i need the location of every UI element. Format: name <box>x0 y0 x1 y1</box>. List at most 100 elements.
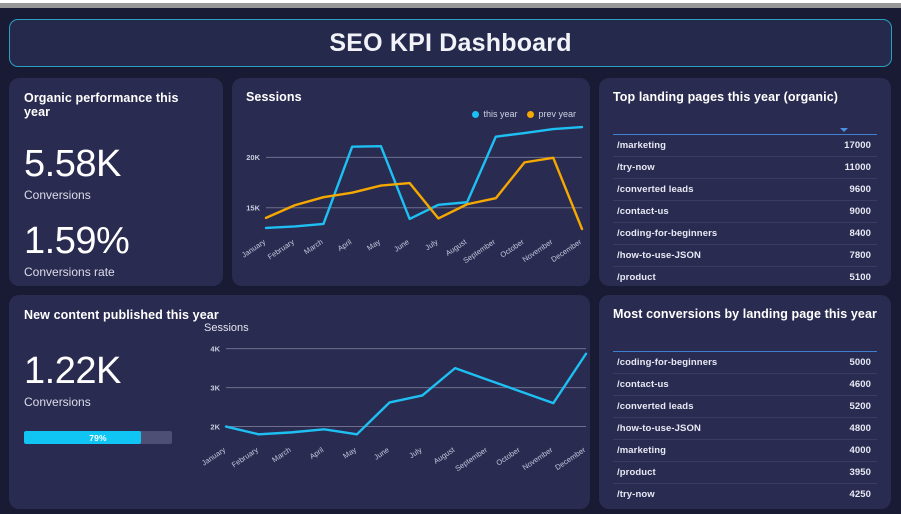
column-header-value[interactable] <box>808 113 877 135</box>
series-line-Sessions <box>224 352 588 436</box>
table-row[interactable]: /contact-us 4600 <box>613 373 877 396</box>
x-axis-tick-label: July <box>407 445 423 460</box>
table-row[interactable]: /marketing 4000 <box>613 439 877 462</box>
table-body-most-conversions: /coding-for-beginners 5000/contact-us 4600… <box>613 351 877 506</box>
table-header-row <box>613 113 877 135</box>
progress-bar-label: 79% <box>89 432 107 443</box>
cell-value: 8400 <box>808 222 877 245</box>
y-axis-tick-label: 4K <box>210 344 220 353</box>
card-top-landing-pages: Top landing pages this year (organic) /m… <box>599 78 891 286</box>
table-row[interactable]: /coding-for-beginners 5000 <box>613 351 877 374</box>
x-axis-tick-label: November <box>521 237 555 264</box>
cell-value: 5200 <box>816 395 877 418</box>
y-axis-tick-label: 15K <box>246 204 260 213</box>
x-axis-tick-label: August <box>432 445 457 466</box>
x-axis-tick-label: September <box>461 237 497 265</box>
x-axis-tick-label: May <box>341 445 358 461</box>
column-header-value[interactable] <box>816 330 877 352</box>
x-axis-tick-label: November <box>521 445 555 472</box>
new-content-conversions-label: Conversions <box>24 395 91 409</box>
table-row[interactable]: /try-now 11000 <box>613 156 877 179</box>
y-axis-tick-label: 2K <box>210 422 220 431</box>
x-axis-tick-label: December <box>549 237 583 264</box>
new-content-chart-title: Sessions <box>204 322 249 334</box>
table-top-landing-pages: /marketing 17000/try-now 11000/converted l… <box>613 113 877 286</box>
x-axis-tick-label: March <box>302 237 324 256</box>
cell-value: 9000 <box>808 200 877 223</box>
x-axis-tick-label: April <box>336 237 354 253</box>
new-content-chart[interactable]: Sessions 2K 3K 4K January February March April… <box>196 322 588 509</box>
kpi-conversions-value: 5.58K <box>24 143 121 185</box>
card-sessions-chart: Sessions this year prev year 15K 20K Janua… <box>232 78 590 286</box>
table-row[interactable]: /product 5100 <box>613 267 877 287</box>
sessions-chart-plot[interactable]: 15K 20K January February March April May June Ju… <box>236 116 588 276</box>
dashboard-title-banner: SEO KPI Dashboard <box>9 19 892 67</box>
table-row[interactable]: /how-to-use-JSON 7800 <box>613 244 877 267</box>
page-title: SEO KPI Dashboard <box>329 28 572 57</box>
dashboard-page: SEO KPI Dashboard Organic performance th… <box>0 8 901 514</box>
table-row[interactable]: /product 3950 <box>613 461 877 484</box>
cell-page: /converted leads <box>613 395 817 418</box>
x-axis-tick-label: September <box>453 445 489 473</box>
kpi-conversion-rate-label: Conversions rate <box>24 265 115 279</box>
table-row[interactable]: /coding-for-beginners 8400 <box>613 222 877 245</box>
new-content-conversions-value: 1.22K <box>24 350 121 392</box>
card-title-most-conversions: Most conversions by landing page this ye… <box>613 307 877 321</box>
card-new-content-published: New content published this year 1.22K Co… <box>9 295 590 509</box>
table-row[interactable]: /contact-us 9000 <box>613 200 877 223</box>
cell-page: /try-now <box>613 156 809 179</box>
series-line-prev-year <box>264 156 584 231</box>
x-axis-tick-label: January <box>240 237 267 260</box>
x-axis-tick-label: February <box>266 237 296 261</box>
table-row[interactable]: /how-to-use-JSON 4800 <box>613 417 877 440</box>
cell-value: 5100 <box>849 272 871 283</box>
new-content-chart-svg: 2K 3K 4K January February March April May June Ju… <box>200 344 588 473</box>
kpi-conversions: 5.58K Conversions <box>24 145 208 202</box>
cell-page: /how-to-use-JSON <box>613 417 817 440</box>
x-axis-tick-label: February <box>230 445 260 469</box>
cell-value: 4800 <box>816 417 877 440</box>
cell-page: /coding-for-beginners <box>613 222 809 245</box>
cell-page: /converted leads <box>613 178 809 201</box>
x-axis-tick-label: June <box>392 237 411 254</box>
x-axis-tick-label: December <box>553 445 587 472</box>
table-row[interactable]: /try-now 4250 <box>613 484 877 506</box>
dashboard-row-top: Organic performance this year 5.58K Conv… <box>9 78 892 286</box>
kpi-conversions-label: Conversions <box>24 188 91 202</box>
cell-value: 7800 <box>808 244 877 267</box>
caret-down-icon[interactable] <box>840 128 849 132</box>
x-axis-tick-label: July <box>423 237 439 252</box>
x-axis-tick-label: October <box>495 445 523 468</box>
cell-page: /contact-us <box>613 200 809 223</box>
cell-value: 4250 <box>849 489 871 500</box>
cell-page: /coding-for-beginners <box>613 351 817 374</box>
column-header-page[interactable] <box>613 113 809 135</box>
table-body-top-landing-pages: /marketing 17000/try-now 11000/converted l… <box>613 134 877 287</box>
cell-page: /marketing <box>613 439 817 462</box>
table-header-row <box>613 330 877 352</box>
cell-page: /contact-us <box>613 373 817 396</box>
cell-page: /product <box>613 461 817 484</box>
column-header-page[interactable] <box>613 330 817 352</box>
x-axis-tick-label: April <box>308 445 326 461</box>
table-row[interactable]: /converted leads 5200 <box>613 395 877 418</box>
cell-value: 5000 <box>816 351 877 374</box>
progress-bar[interactable]: 79% <box>24 431 172 444</box>
cell-page: /how-to-use-JSON <box>613 244 809 267</box>
x-axis-tick-label: May <box>365 237 382 253</box>
x-axis-tick-label: March <box>270 445 292 464</box>
table-row[interactable]: /marketing 17000 <box>613 134 877 157</box>
cell-page: /product <box>617 272 656 283</box>
y-axis-tick-label: 3K <box>210 383 220 392</box>
card-title-organic-performance: Organic performance this year <box>24 91 179 119</box>
table-row[interactable]: /converted leads 9600 <box>613 178 877 201</box>
cell-page: /try-now <box>617 489 655 500</box>
cell-value: 4000 <box>816 439 877 462</box>
series-line-this-year <box>264 125 584 230</box>
cell-value: 9600 <box>808 178 877 201</box>
y-axis-tick-label: 20K <box>246 153 260 162</box>
kpi-conversion-rate: 1.59% Conversions rate <box>24 222 208 279</box>
x-axis-tick-label: June <box>372 445 391 462</box>
card-most-conversions: Most conversions by landing page this ye… <box>599 295 891 509</box>
sessions-chart-svg: 15K 20K JanuaryFebruary March April May June Ju… <box>240 125 584 265</box>
